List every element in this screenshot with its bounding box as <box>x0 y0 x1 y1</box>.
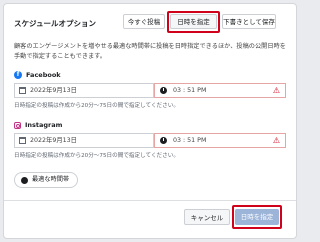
instagram-label: Instagram <box>25 121 63 129</box>
instagram-hint: 日時指定の投稿は作成から20分〜75日の間で指定してください。 <box>14 153 179 159</box>
facebook-icon: f <box>14 71 22 79</box>
clock-icon <box>160 87 167 94</box>
calendar-icon <box>19 137 26 144</box>
facebook-section-label: f Facebook <box>14 71 61 79</box>
highlight-box-submit <box>232 205 282 229</box>
clock-icon <box>160 137 167 144</box>
facebook-time-value: 03 : 51 PM <box>173 87 207 94</box>
instagram-icon <box>14 121 21 129</box>
instagram-date-value: 2022年9月13日 <box>30 137 77 144</box>
instagram-time-field[interactable]: 03 : 51 PM ⚠ <box>154 133 286 148</box>
facebook-date-value: 2022年9月13日 <box>30 87 77 94</box>
lightbulb-icon <box>21 176 28 184</box>
facebook-date-field[interactable]: 2022年9月13日 <box>14 83 154 98</box>
cancel-button[interactable]: キャンセル <box>184 209 230 225</box>
facebook-time-field[interactable]: 03 : 51 PM ⚠ <box>154 83 286 98</box>
dialog-title: スケジュールオプション <box>14 19 96 28</box>
instagram-section-label: Instagram <box>14 121 62 129</box>
instagram-date-field[interactable]: 2022年9月13日 <box>14 133 154 148</box>
best-time-button[interactable]: 最適な時間帯 <box>14 172 78 188</box>
facebook-label: Facebook <box>26 71 61 79</box>
best-time-label: 最適な時間帯 <box>32 176 70 183</box>
tab-save-draft[interactable]: 下書きとして保存 <box>222 14 276 29</box>
description-text: 顧客のエンゲージメントを増やせる最適な時間帯に投稿を日時指定できるほか、投稿の公… <box>14 43 286 60</box>
warning-icon: ⚠ <box>272 136 280 145</box>
tab-post-now[interactable]: 今すぐ投稿 <box>123 14 165 29</box>
footer-divider <box>4 200 296 201</box>
facebook-hint: 日時指定の投稿は作成から20分〜75日の間で指定してください。 <box>14 103 179 109</box>
instagram-time-value: 03 : 51 PM <box>173 137 207 144</box>
dialog-header: スケジュールオプション 今すぐ投稿 日時を指定 下書きとして保存 <box>4 4 296 38</box>
warning-icon: ⚠ <box>272 86 280 95</box>
highlight-box-tab <box>167 11 220 33</box>
calendar-icon <box>19 87 26 94</box>
schedule-options-dialog: スケジュールオプション 今すぐ投稿 日時を指定 下書きとして保存 顧客のエンゲー… <box>3 3 297 239</box>
